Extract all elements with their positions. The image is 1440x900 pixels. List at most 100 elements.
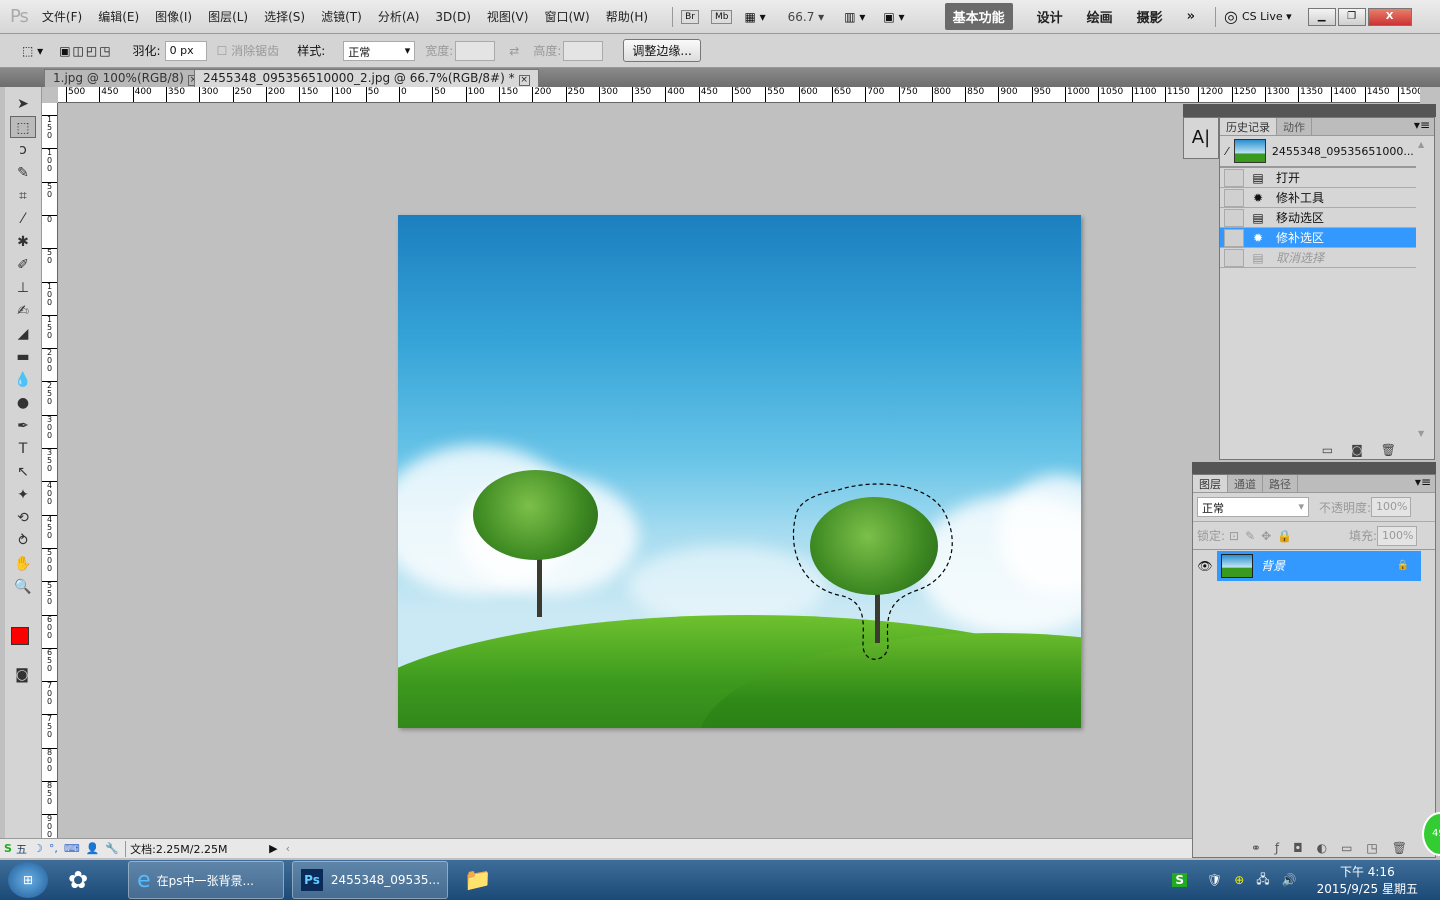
history-source-checkbox[interactable]	[1224, 168, 1244, 187]
tab-document-1[interactable]: 1.jpg @ 100%(RGB/8)×	[44, 69, 208, 87]
360-tray-icon[interactable]: ⊕	[1234, 873, 1244, 887]
rectangular-marquee-tool-icon[interactable]: ⬚	[10, 116, 36, 138]
restore-button[interactable]: ❐	[1337, 7, 1366, 26]
user-icon[interactable]: 👤	[86, 842, 100, 855]
network-icon[interactable]: 🖧	[1256, 870, 1269, 891]
history-snapshot[interactable]: ⁄ 2455348_09535651000...	[1220, 136, 1416, 168]
selection-mode-icons[interactable]: ▣◫◰◳	[59, 44, 112, 58]
punctuation-icon[interactable]: °,	[49, 842, 58, 855]
history-item[interactable]: ▤ 打开	[1220, 168, 1416, 188]
style-select[interactable]: 正常 ▾	[343, 40, 416, 61]
pinned-app-icon[interactable]: ✿	[68, 866, 88, 894]
panel-menu-icon[interactable]: ▾≡	[1414, 118, 1434, 135]
quick-mask-icon[interactable]: ◙	[9, 664, 35, 686]
visibility-eye-icon[interactable]: 👁	[1193, 559, 1217, 573]
swap-icon[interactable]: ⇄	[509, 44, 519, 58]
history-brush-source-icon[interactable]: ⁄	[1226, 145, 1228, 158]
bridge-button[interactable]: Br	[681, 9, 699, 24]
brush-tool-icon[interactable]: ✐	[10, 254, 36, 276]
document-size[interactable]: 文档:2.25M/2.25M	[125, 840, 261, 857]
menu-image[interactable]: 图像(I)	[155, 8, 192, 25]
3d-rotate-tool-icon[interactable]: ⟲	[10, 507, 36, 529]
minimize-button[interactable]: ▁	[1307, 7, 1336, 26]
volume-icon[interactable]: 🔊	[1282, 873, 1297, 887]
tab-channels[interactable]: 通道	[1228, 475, 1263, 492]
ime-mode[interactable]: 五	[16, 841, 27, 857]
tab-paths[interactable]: 路径	[1263, 475, 1298, 492]
antialias-checkbox[interactable]: ☐ 消除锯齿	[217, 42, 280, 59]
tab-layers[interactable]: 图层	[1193, 475, 1228, 492]
keyboard-icon[interactable]: ⌨	[64, 842, 80, 855]
menu-filter[interactable]: 滤镜(T)	[321, 8, 362, 25]
blend-mode-select[interactable]: 正常 ▾	[1197, 497, 1309, 517]
menu-help[interactable]: 帮助(H)	[606, 8, 648, 25]
menu-file[interactable]: 文件(F)	[42, 8, 82, 25]
history-item[interactable]: ▤ 移动选区	[1220, 208, 1416, 228]
vertical-ruler[interactable]: 1501005005010015020025030035040045050055…	[42, 103, 58, 838]
workspace-painting[interactable]: 绘画	[1087, 7, 1113, 26]
history-source-checkbox[interactable]	[1224, 188, 1244, 207]
explorer-icon[interactable]: 📁	[464, 868, 491, 893]
blur-tool-icon[interactable]: 💧	[10, 369, 36, 391]
layers-footer-icons[interactable]: ⚭ƒ◘◐▭◳🗑	[1251, 841, 1421, 855]
layer-row-background[interactable]: 背景 🔒	[1217, 550, 1421, 581]
opacity-input[interactable]: 100%	[1371, 497, 1412, 517]
menu-select[interactable]: 选择(S)	[264, 8, 305, 25]
taskbar-photoshop[interactable]: Ps 2455348_09535...	[292, 861, 449, 899]
character-panel-icon[interactable]: A|	[1183, 117, 1219, 159]
quick-selection-tool-icon[interactable]: ✎	[10, 162, 36, 184]
tab-document-2[interactable]: 2455348_095356510000_2.jpg @ 66.7%(RGB/8…	[194, 69, 539, 87]
healing-brush-tool-icon[interactable]: ✱	[10, 231, 36, 253]
history-item[interactable]: ✹ 修补工具	[1220, 188, 1416, 208]
cs-live-button[interactable]: CS Live ▾	[1242, 10, 1292, 23]
crop-tool-icon[interactable]: ⌗	[10, 185, 36, 207]
move-tool-icon[interactable]: ➤	[10, 93, 36, 115]
arrange-documents-icon[interactable]: ▥ ▾	[844, 10, 865, 24]
eyedropper-tool-icon[interactable]: ⁄	[10, 208, 36, 230]
dodge-tool-icon[interactable]: ●	[10, 392, 36, 414]
sogou-tray-icon[interactable]: S	[1172, 873, 1187, 887]
view-extras-icon[interactable]: ▦ ▾	[744, 10, 765, 24]
type-tool-icon[interactable]: T	[10, 438, 36, 460]
eraser-tool-icon[interactable]: ◢	[10, 323, 36, 345]
taskbar-ie[interactable]: e 在ps中一张背景...	[128, 861, 285, 899]
gradient-tool-icon[interactable]: ▬	[10, 346, 36, 368]
lock-options-icons[interactable]: ⊡✎✥🔒	[1229, 529, 1298, 543]
history-brush-tool-icon[interactable]: ✍	[10, 300, 36, 322]
history-source-checkbox[interactable]	[1224, 248, 1244, 267]
width-input[interactable]	[455, 40, 496, 61]
status-menu-arrow-icon[interactable]: ▶	[269, 842, 277, 855]
tab-history[interactable]: 历史记录	[1220, 118, 1277, 135]
height-input[interactable]	[563, 40, 604, 61]
refine-edge-button[interactable]: 调整边缘...	[623, 39, 701, 62]
clone-stamp-tool-icon[interactable]: ⊥	[10, 277, 36, 299]
tab-actions[interactable]: 动作	[1277, 118, 1312, 135]
screen-mode-icon[interactable]: ▣ ▾	[883, 10, 904, 24]
workspace-design[interactable]: 设计	[1037, 7, 1063, 26]
zoom-tool-icon[interactable]: 🔍	[10, 576, 36, 598]
menu-analysis[interactable]: 分析(A)	[378, 8, 420, 25]
start-button[interactable]: ⊞	[8, 862, 48, 898]
document-canvas[interactable]	[398, 215, 1081, 728]
marquee-tool-preset-icon[interactable]: ⬚ ▾	[22, 44, 43, 58]
foreground-color-swatch[interactable]	[11, 627, 29, 645]
menu-edit[interactable]: 编辑(E)	[98, 8, 139, 25]
pen-tool-icon[interactable]: ✒	[10, 415, 36, 437]
more-workspaces-button[interactable]: »	[1187, 9, 1195, 24]
zoom-level-dropdown[interactable]: 66.7 ▾	[788, 10, 825, 24]
history-item[interactable]: ▤ 取消选择	[1220, 248, 1416, 268]
feather-input[interactable]: 0 px	[164, 40, 207, 61]
menu-layer[interactable]: 图层(L)	[208, 8, 248, 25]
fill-input[interactable]: 100%	[1377, 525, 1417, 546]
history-footer-icons[interactable]: ▭◙🗑	[1322, 443, 1414, 457]
sogou-ime-icon[interactable]: S	[4, 842, 12, 855]
3d-orbit-tool-icon[interactable]: ⥁	[10, 530, 36, 552]
tools-icon[interactable]: 🔧	[105, 842, 119, 855]
horizontal-ruler[interactable]: 500 450 400 350 300 250 200 150 100 50 0 50 100 150 20…	[58, 87, 1420, 103]
scroll-left-icon[interactable]: ‹	[286, 842, 290, 855]
workspace-essentials[interactable]: 基本功能	[944, 3, 1013, 30]
panel-menu-icon[interactable]: ▾≡	[1415, 475, 1435, 492]
halfwidth-icon[interactable]: ☽	[33, 842, 43, 855]
close-button[interactable]: X	[1367, 7, 1412, 26]
close-tab-icon[interactable]: ×	[518, 75, 530, 86]
